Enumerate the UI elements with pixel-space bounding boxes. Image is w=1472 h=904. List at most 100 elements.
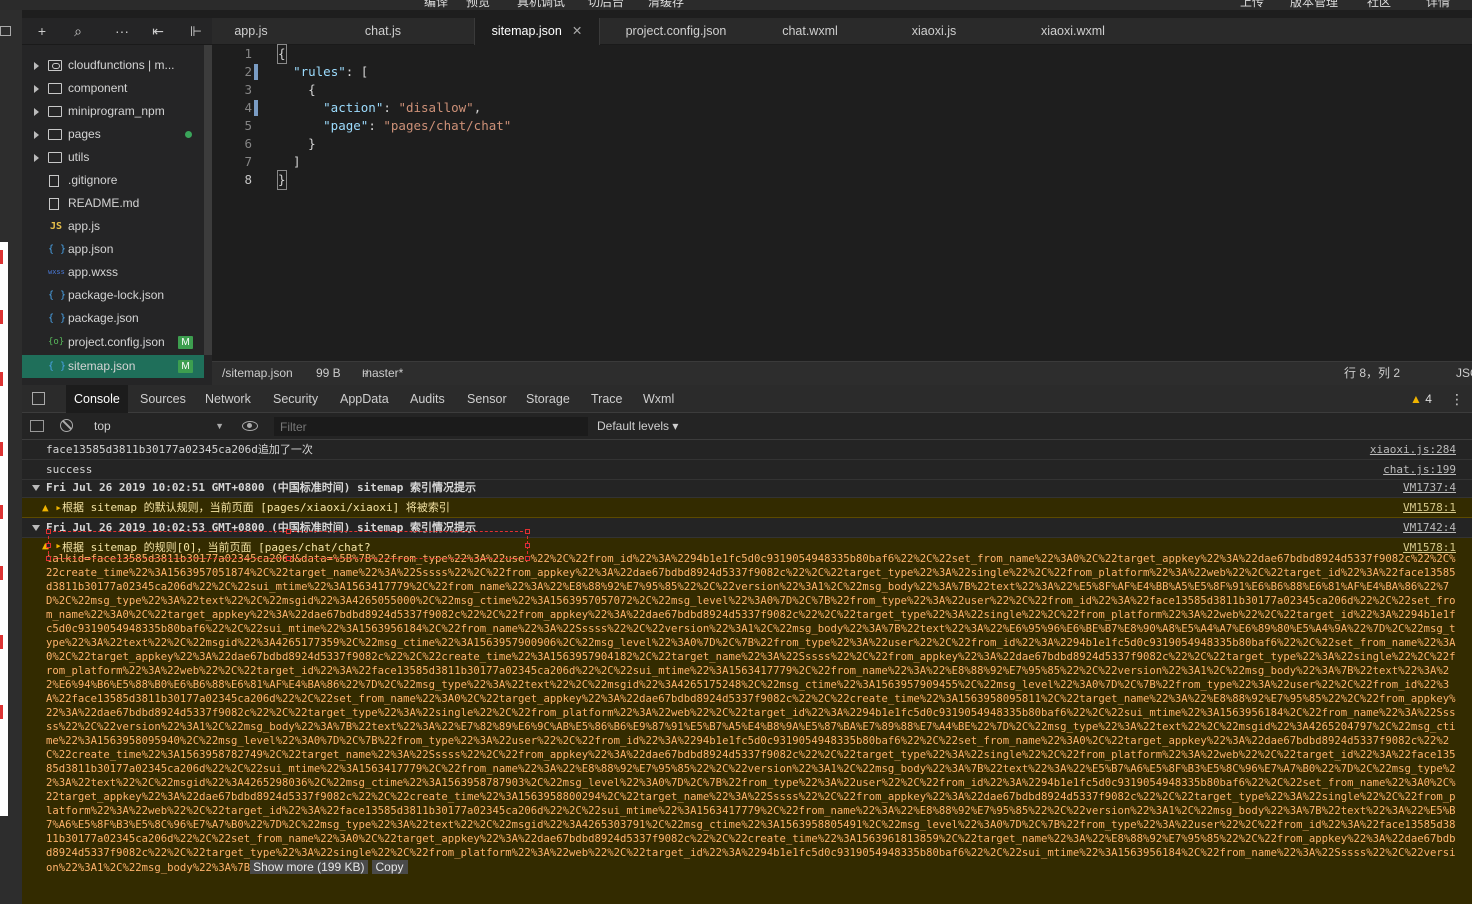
menu-community[interactable]: 社区 xyxy=(1367,0,1391,10)
warning-counter[interactable]: ▲ 4 xyxy=(1410,385,1432,413)
line-number: 1 xyxy=(244,46,252,61)
json-file-icon: { } xyxy=(48,361,67,372)
tab-xiaoxi-wxml[interactable]: xiaoxi.wxml xyxy=(1018,18,1128,45)
chevron-right-icon xyxy=(34,154,39,162)
code-line: "page": "pages/chat/chat" xyxy=(323,118,512,133)
tree-item-gitignore[interactable]: .gitignore xyxy=(22,169,204,192)
sort-icon[interactable]: ⇤ xyxy=(148,21,168,41)
tab-audits[interactable]: Audits xyxy=(410,385,445,413)
tree-item-label: app.js xyxy=(68,219,101,233)
selection-handle[interactable] xyxy=(525,529,530,534)
tab-xiaoxi-js[interactable]: xiaoxi.js xyxy=(892,18,976,45)
filter-input[interactable] xyxy=(274,417,588,436)
selection-handle[interactable] xyxy=(286,556,291,561)
selection-handle[interactable] xyxy=(46,543,51,548)
tab-trace[interactable]: Trace xyxy=(591,385,623,413)
copy-icon[interactable] xyxy=(0,26,11,36)
more-vertical-icon[interactable]: ⋮ xyxy=(1450,385,1464,413)
tree-item-label: cloudfunctions | m... xyxy=(68,58,175,72)
selection-handle[interactable] xyxy=(46,529,51,534)
tab-sensor[interactable]: Sensor xyxy=(467,385,507,413)
selection-handle[interactable] xyxy=(46,556,51,561)
tree-item-label: package.json xyxy=(68,311,139,325)
code-line: { xyxy=(277,44,287,64)
inspect-element-icon[interactable] xyxy=(32,392,45,405)
modified-badge: M xyxy=(178,336,193,349)
search-icon[interactable]: ⌕ xyxy=(68,21,88,41)
tab-sources[interactable]: Sources xyxy=(140,385,186,413)
tab-sitemap-json[interactable]: sitemap.json ✕ xyxy=(474,18,600,45)
show-more-button[interactable]: Show more (199 KB) xyxy=(250,860,368,874)
sidebar-toggle-icon[interactable] xyxy=(30,420,44,432)
tab-project-config[interactable]: project.config.json xyxy=(610,18,742,45)
console-warning[interactable]: ▲ ▸ 根据 sitemap 的默认规则，当前页面 [pages/xiaoxi/… xyxy=(22,498,1472,518)
copy-button[interactable]: Copy xyxy=(371,860,408,874)
add-icon[interactable]: + xyxy=(32,21,52,41)
source-link[interactable]: xiaoxi.js:284 xyxy=(1370,440,1456,460)
tree-item-project-config[interactable]: {o} project.config.json M xyxy=(22,331,204,354)
menu-preview[interactable]: 预览 xyxy=(466,0,490,10)
tab-storage[interactable]: Storage xyxy=(526,385,570,413)
tab-app-js[interactable]: app.js xyxy=(212,18,290,45)
menu-clear-cache[interactable]: 清缓存 xyxy=(648,0,684,10)
tree-item-package-json[interactable]: { } package.json xyxy=(22,307,204,330)
modified-badge: M xyxy=(178,360,193,373)
tree-item-cloudfunctions[interactable]: cloudfunctions | m... xyxy=(22,54,204,77)
context-select[interactable]: top ▼ xyxy=(88,417,228,436)
console-output[interactable]: face13585d3811b30177a02345ca206d追加了一次 xi… xyxy=(22,440,1472,904)
status-file-size: 99 B xyxy=(316,366,341,380)
collapse-icon[interactable]: ⊩ xyxy=(186,21,206,41)
tab-console[interactable]: Console xyxy=(66,385,128,413)
eye-icon[interactable] xyxy=(242,421,258,431)
console-group-header[interactable]: Fri Jul 26 2019 10:02:51 GMT+0800 (中国标准时… xyxy=(22,478,1472,498)
tree-item-package-lock[interactable]: { } package-lock.json xyxy=(22,284,204,307)
tree-item-miniprogram-npm[interactable]: miniprogram_npm xyxy=(22,100,204,123)
source-link[interactable]: VM1737:4 xyxy=(1403,478,1456,498)
console-warning-expanded[interactable]: ▲ ▸ 根据 sitemap 的规则[0]，当前页面 [pages/chat/c… xyxy=(22,538,1472,904)
tree-item-sitemap[interactable]: { } sitemap.json M xyxy=(22,355,204,378)
selection-handle[interactable] xyxy=(525,543,530,548)
code-line: { xyxy=(278,82,316,97)
menu-background[interactable]: 切后台 xyxy=(588,0,624,10)
menu-remote-debug[interactable]: 真机调试 xyxy=(517,0,565,10)
tree-item-app-js[interactable]: JS app.js xyxy=(22,215,204,238)
source-link[interactable]: chat.js:199 xyxy=(1383,460,1456,480)
menu-compile[interactable]: 编译 xyxy=(424,0,448,10)
tree-item-utils[interactable]: utils xyxy=(22,146,204,169)
menu-version[interactable]: 版本管理 xyxy=(1290,0,1338,10)
tree-item-app-wxss[interactable]: wxss app.wxss xyxy=(22,261,204,284)
tree-item-label: component xyxy=(68,81,128,95)
simulator-marker xyxy=(0,372,3,386)
file-tree-scrollbar[interactable] xyxy=(204,45,212,355)
log-levels-dropdown[interactable]: Default levels ▾ xyxy=(597,413,678,440)
more-icon[interactable]: ··· xyxy=(112,21,132,41)
tree-item-label: package-lock.json xyxy=(68,288,165,302)
selection-handle[interactable] xyxy=(286,529,291,534)
modified-dot xyxy=(185,131,192,138)
menu-details[interactable]: 详情 xyxy=(1426,0,1450,10)
selection-handle[interactable] xyxy=(525,556,530,561)
folder-icon xyxy=(48,83,62,94)
clear-console-icon[interactable] xyxy=(60,419,73,432)
tree-item-readme[interactable]: README.md xyxy=(22,192,204,215)
status-cursor-position[interactable]: 行 8，列 2 xyxy=(1344,362,1400,385)
tab-chat-wxml[interactable]: chat.wxml xyxy=(760,18,860,45)
menu-upload[interactable]: 上传 xyxy=(1240,0,1264,10)
tab-network[interactable]: Network xyxy=(205,385,251,413)
file-tree: cloudfunctions | m... component miniprog… xyxy=(22,45,212,380)
tab-wxml[interactable]: Wxml xyxy=(643,385,674,413)
console-toolbar: top ▼ Default levels ▾ xyxy=(22,413,1472,440)
code-editor[interactable]: 1 2 3 4 5 6 7 8 { "rules": [ { "action":… xyxy=(212,44,1472,361)
tree-item-app-json[interactable]: { } app.json xyxy=(22,238,204,261)
editor-tabs: app.js chat.js sitemap.json ✕ project.con… xyxy=(212,18,1472,45)
code-line: } xyxy=(277,170,287,190)
tree-item-pages[interactable]: pages xyxy=(22,123,204,146)
tree-item-component[interactable]: component xyxy=(22,77,204,100)
tab-chat-js[interactable]: chat.js xyxy=(338,18,428,45)
close-icon[interactable]: ✕ xyxy=(572,24,582,38)
source-link[interactable]: VM1742:4 xyxy=(1403,518,1456,538)
tab-appdata[interactable]: AppData xyxy=(340,385,389,413)
status-language[interactable]: JSON xyxy=(1456,362,1472,385)
tab-security[interactable]: Security xyxy=(273,385,318,413)
source-link[interactable]: VM1578:1 xyxy=(1403,498,1456,518)
